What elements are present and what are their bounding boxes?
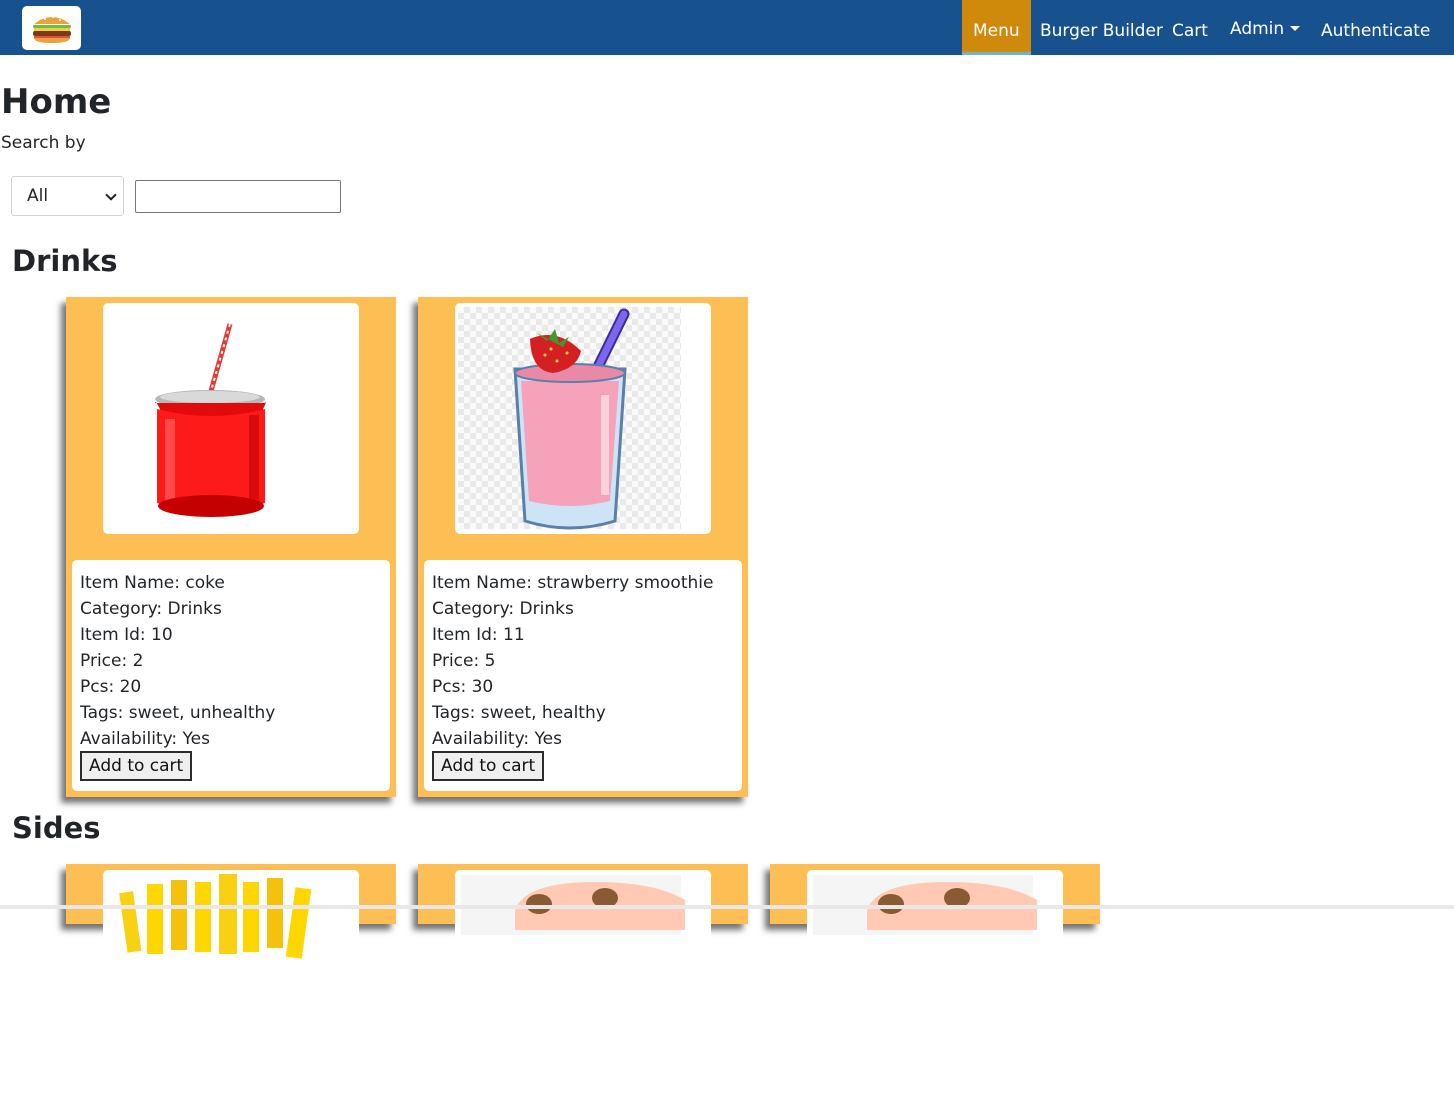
search-label: Search by [1,133,86,153]
coke-can-icon [155,323,267,517]
search-input[interactable] [135,180,341,213]
add-to-cart-button[interactable]: Add to cart [432,751,545,781]
strawberry-smoothie-icon [513,308,630,530]
item-pcs: Pcs: 20 [80,677,142,697]
item-availability: Availability: Yes [432,729,562,749]
item-id: Item Id: 11 [432,625,525,645]
page-title: Home [1,82,112,122]
item-price: Price: 5 [432,651,496,671]
product-info: Item Name: coke Category: Drinks Item Id… [72,560,390,791]
product-info: Item Name: strawberry smoothie Category:… [424,560,742,791]
chevron-down-icon [105,189,117,201]
product-image [455,303,711,534]
product-image [103,303,359,534]
brand-logo[interactable] [22,6,81,50]
item-tags: Tags: sweet, healthy [432,703,606,723]
item-availability: Availability: Yes [80,729,210,749]
item-pcs: Pcs: 30 [432,677,494,697]
item-category: Category: Drinks [432,599,574,619]
product-card [770,864,1100,1101]
nav-admin-dropdown[interactable]: Admin [1230,0,1301,55]
nav-menu[interactable]: Menu [962,0,1031,55]
caret-down-icon [1290,26,1301,31]
item-name: Item Name: coke [80,573,225,593]
nav-admin-label: Admin [1230,19,1285,39]
nav-authenticate[interactable]: Authenticate [1321,0,1430,55]
item-id: Item Id: 10 [80,625,173,645]
item-name: Item Name: strawberry smoothie [432,573,714,593]
product-card [66,864,396,1101]
add-to-cart-button[interactable]: Add to cart [80,751,193,781]
product-card [418,864,748,1101]
top-navbar: Menu Burger Builder Cart Admin Authentic… [0,0,1454,55]
product-card: Item Name: strawberry smoothie Category:… [418,297,748,797]
search-category-select[interactable]: All [11,176,124,216]
item-tags: Tags: sweet, unhealthy [80,703,276,723]
section-title-drinks: Drinks [12,244,118,278]
burger-icon [32,16,71,43]
item-category: Category: Drinks [80,599,222,619]
search-category-value: All [27,186,49,206]
item-price: Price: 2 [80,651,144,671]
product-card: Item Name: coke Category: Drinks Item Id… [66,297,396,797]
nav-cart[interactable]: Cart [1172,0,1208,55]
nav-burger-builder[interactable]: Burger Builder [1040,0,1163,55]
horizontal-scrollbar[interactable] [0,905,1454,909]
section-title-sides: Sides [12,811,101,845]
